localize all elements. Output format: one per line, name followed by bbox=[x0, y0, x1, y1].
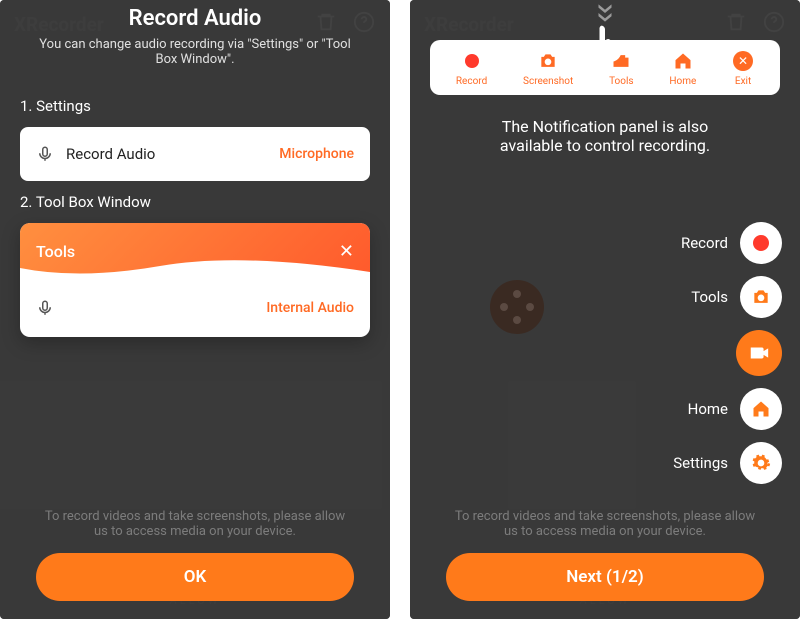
next-button[interactable]: Next (1/2) bbox=[446, 553, 764, 601]
notif-home[interactable]: Home bbox=[669, 50, 696, 87]
notif-label: Screenshot bbox=[523, 76, 573, 87]
fab-label: Record bbox=[681, 234, 728, 252]
toolbox-card: Tools ✕ Record Audio Internal Audio bbox=[20, 223, 370, 337]
fab-tools[interactable]: Tools bbox=[691, 276, 782, 318]
row-value: Internal Audio bbox=[266, 300, 354, 316]
section-settings-label: 1. Settings bbox=[20, 97, 370, 115]
hand-pointer-icon bbox=[583, 22, 627, 66]
fab-main[interactable] bbox=[736, 330, 782, 376]
permission-message: To record videos and take screenshots, p… bbox=[430, 509, 780, 539]
fab-label: Home bbox=[688, 400, 728, 418]
toolbox-header: Tools ✕ bbox=[20, 223, 370, 279]
microphone-icon bbox=[36, 299, 54, 317]
notif-label: Exit bbox=[735, 76, 751, 87]
notif-label: Tools bbox=[609, 76, 633, 87]
home-icon bbox=[672, 50, 694, 72]
gear-icon bbox=[740, 442, 782, 484]
fab-label: Tools bbox=[691, 288, 728, 306]
floating-menu: Record Tools Home Settin bbox=[673, 222, 782, 484]
toolbox-icon bbox=[740, 276, 782, 318]
wave-decoration bbox=[20, 258, 370, 280]
screen-notification-intro: XRecorder ALLOW Record Screenshot bbox=[410, 0, 800, 619]
record-icon bbox=[461, 50, 483, 72]
row-value: Microphone bbox=[279, 146, 354, 162]
notif-label: Record bbox=[456, 76, 487, 87]
video-camera-icon bbox=[736, 330, 782, 376]
notif-exit[interactable]: ✕ Exit bbox=[732, 50, 754, 87]
swipe-down-hint bbox=[583, 0, 627, 66]
page-title: Record Audio bbox=[20, 6, 370, 31]
screen-record-audio: XRecorder ALLOW Record Audio You can cha… bbox=[0, 0, 390, 619]
notif-screenshot[interactable]: Screenshot bbox=[523, 50, 573, 87]
row-label: Record Audio bbox=[66, 145, 155, 163]
notif-record[interactable]: Record bbox=[456, 50, 487, 87]
notification-overlay: Record Screenshot Tools Home bbox=[410, 0, 800, 619]
film-reel-decoration bbox=[490, 280, 544, 334]
microphone-icon bbox=[36, 145, 54, 163]
toolbox-record-audio-row[interactable]: Record Audio Internal Audio bbox=[20, 279, 370, 337]
record-audio-overlay: Record Audio You can change audio record… bbox=[0, 0, 390, 619]
section-toolbox-label: 2. Tool Box Window bbox=[20, 193, 370, 211]
row-label: Record Audio bbox=[54, 299, 149, 318]
fab-label: Settings bbox=[673, 454, 728, 472]
camera-icon bbox=[537, 50, 559, 72]
notification-caption: The Notification panel is also available… bbox=[430, 117, 780, 155]
fab-home[interactable]: Home bbox=[688, 388, 782, 430]
fab-record[interactable]: Record bbox=[681, 222, 782, 264]
record-icon bbox=[740, 222, 782, 264]
notif-label: Home bbox=[669, 76, 696, 87]
fab-settings[interactable]: Settings bbox=[673, 442, 782, 484]
exit-icon: ✕ bbox=[732, 50, 754, 72]
home-icon bbox=[740, 388, 782, 430]
page-subtitle: You can change audio recording via "Sett… bbox=[20, 37, 370, 67]
settings-record-audio-row[interactable]: Record Audio Microphone bbox=[20, 127, 370, 181]
ok-button[interactable]: OK bbox=[36, 553, 354, 601]
permission-message: To record videos and take screenshots, p… bbox=[20, 509, 370, 539]
